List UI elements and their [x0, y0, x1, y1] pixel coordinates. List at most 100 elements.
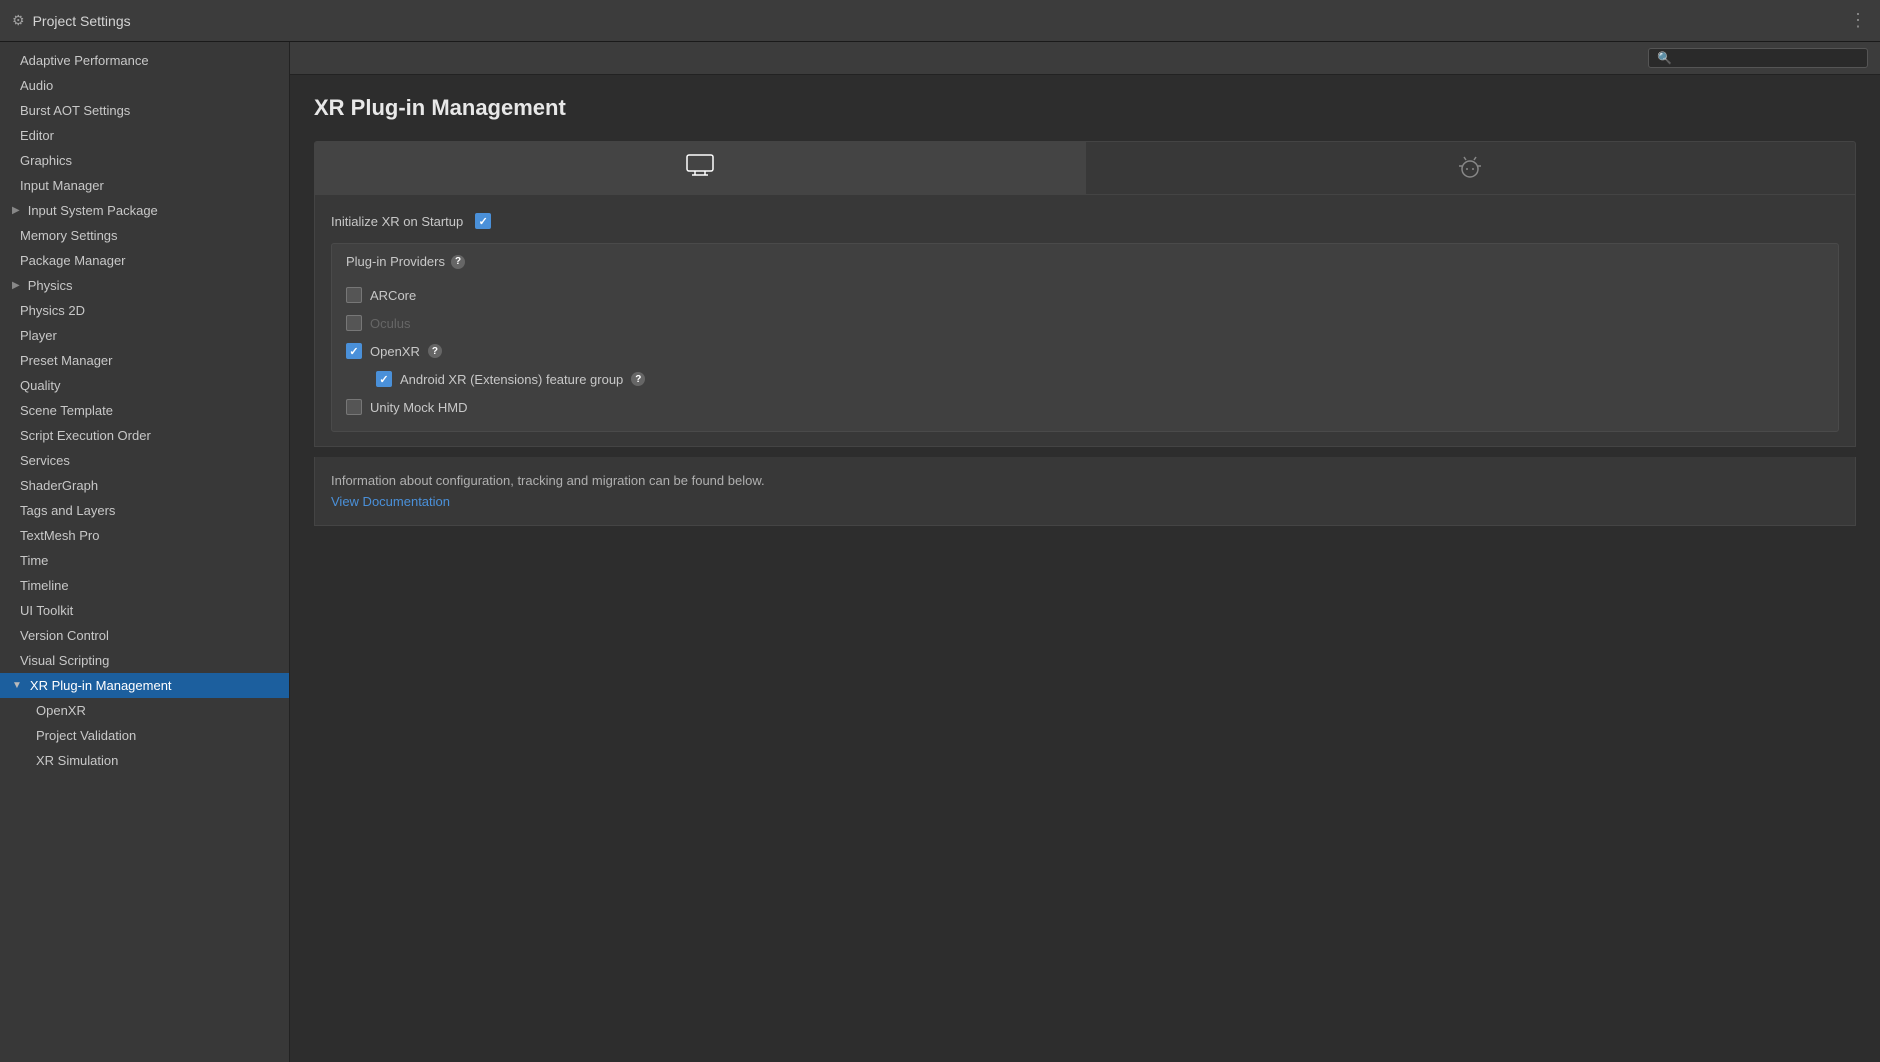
sidebar-item-preset-manager[interactable]: Preset Manager: [0, 348, 289, 373]
provider-mock-hmd-row: Unity Mock HMD: [346, 393, 1824, 421]
arcore-label: ARCore: [370, 288, 416, 303]
sidebar-item-physics-2d[interactable]: Physics 2D: [0, 298, 289, 323]
tab-android[interactable]: [1086, 142, 1856, 194]
sidebar-item-player[interactable]: Player: [0, 323, 289, 348]
sidebar-item-label: Editor: [20, 128, 54, 143]
providers-help-icon[interactable]: ?: [451, 255, 465, 269]
sidebar-item-label: XR Plug-in Management: [30, 678, 172, 693]
sidebar-item-label: Scene Template: [20, 403, 113, 418]
sidebar-item-adaptive-performance[interactable]: Adaptive Performance: [0, 48, 289, 73]
openxr-checkbox[interactable]: OpenXR: [346, 343, 420, 359]
sidebar-item-label: Version Control: [20, 628, 109, 643]
android-xr-label: Android XR (Extensions) feature group: [400, 372, 623, 387]
sidebar-item-label: Physics 2D: [20, 303, 85, 318]
mock-hmd-checkbox[interactable]: Unity Mock HMD: [346, 399, 468, 415]
window-menu-button[interactable]: ⋮: [1849, 10, 1868, 31]
openxr-help-icon[interactable]: ?: [428, 344, 442, 358]
sidebar-item-time[interactable]: Time: [0, 548, 289, 573]
oculus-checkbox-box[interactable]: [346, 315, 362, 331]
provider-oculus-row: Oculus: [346, 309, 1824, 337]
sidebar-item-quality[interactable]: Quality: [0, 373, 289, 398]
info-section: Information about configuration, trackin…: [314, 457, 1856, 526]
sidebar-item-label: Script Execution Order: [20, 428, 151, 443]
sidebar-item-project-validation[interactable]: Project Validation: [0, 723, 289, 748]
search-input[interactable]: [1678, 51, 1859, 65]
sidebar-item-script-execution[interactable]: Script Execution Order: [0, 423, 289, 448]
mock-hmd-label: Unity Mock HMD: [370, 400, 468, 415]
arrow-icon: ▼: [12, 680, 22, 691]
android-xr-checkbox[interactable]: Android XR (Extensions) feature group: [376, 371, 623, 387]
sidebar-item-timeline[interactable]: Timeline: [0, 573, 289, 598]
plugin-providers-section: Plug-in Providers ? ARCore: [331, 243, 1839, 432]
sidebar-item-label: Timeline: [20, 578, 69, 593]
sidebar-item-label: Visual Scripting: [20, 653, 109, 668]
sidebar-item-label: Preset Manager: [20, 353, 113, 368]
sidebar-item-textmesh-pro[interactable]: TextMesh Pro: [0, 523, 289, 548]
sidebar-item-scene-template[interactable]: Scene Template: [0, 398, 289, 423]
sidebar-item-xr-simulation[interactable]: XR Simulation: [0, 748, 289, 773]
search-icon: 🔍: [1657, 51, 1672, 65]
provider-android-xr-row: Android XR (Extensions) feature group ?: [346, 365, 1824, 393]
provider-arcore-row: ARCore: [346, 281, 1824, 309]
search-input-wrap[interactable]: 🔍: [1648, 48, 1868, 68]
sidebar-item-label: Package Manager: [20, 253, 126, 268]
sidebar-item-label: TextMesh Pro: [20, 528, 99, 543]
sidebar-item-label: Input System Package: [28, 203, 158, 218]
sidebar-item-input-manager[interactable]: Input Manager: [0, 173, 289, 198]
window-title: Project Settings: [33, 13, 131, 29]
android-xr-help-icon[interactable]: ?: [631, 372, 645, 386]
sidebar-item-memory-settings[interactable]: Memory Settings: [0, 223, 289, 248]
sidebar-item-audio[interactable]: Audio: [0, 73, 289, 98]
sidebar-item-label: Project Validation: [36, 728, 136, 743]
sidebar-item-label: Input Manager: [20, 178, 104, 193]
sidebar-item-label: Physics: [28, 278, 73, 293]
arcore-checkbox-box[interactable]: [346, 287, 362, 303]
sidebar-item-label: Graphics: [20, 153, 72, 168]
providers-title: Plug-in Providers ?: [346, 254, 1824, 269]
sidebar-item-label: Player: [20, 328, 57, 343]
page-title: XR Plug-in Management: [314, 95, 1856, 121]
sidebar-item-label: OpenXR: [36, 703, 86, 718]
view-documentation-link[interactable]: View Documentation: [331, 494, 450, 509]
openxr-checkbox-box[interactable]: [346, 343, 362, 359]
sidebar-item-xr-plugin[interactable]: ▼ XR Plug-in Management: [0, 673, 289, 698]
sidebar-item-physics[interactable]: ▶ Physics: [0, 273, 289, 298]
initialize-xr-row: Initialize XR on Startup: [331, 209, 1839, 233]
sidebar-item-label: UI Toolkit: [20, 603, 73, 618]
sidebar-item-label: Tags and Layers: [20, 503, 115, 518]
sidebar-item-tags-layers[interactable]: Tags and Layers: [0, 498, 289, 523]
sidebar-item-burst-aot[interactable]: Burst AOT Settings: [0, 98, 289, 123]
sidebar-item-openxr[interactable]: OpenXR: [0, 698, 289, 723]
sidebar-item-graphics[interactable]: Graphics: [0, 148, 289, 173]
initialize-xr-checkbox-box[interactable]: [475, 213, 491, 229]
provider-openxr-row: OpenXR ?: [346, 337, 1824, 365]
search-bar: 🔍: [290, 42, 1880, 75]
sidebar-item-version-control[interactable]: Version Control: [0, 623, 289, 648]
info-text: Information about configuration, trackin…: [331, 473, 1839, 488]
initialize-xr-label: Initialize XR on Startup: [331, 214, 463, 229]
main-layout: Adaptive Performance Audio Burst AOT Setti…: [0, 42, 1880, 1062]
sidebar-item-package-manager[interactable]: Package Manager: [0, 248, 289, 273]
arcore-checkbox[interactable]: ARCore: [346, 287, 416, 303]
mock-hmd-checkbox-box[interactable]: [346, 399, 362, 415]
sidebar-item-label: Burst AOT Settings: [20, 103, 130, 118]
sidebar-item-editor[interactable]: Editor: [0, 123, 289, 148]
sidebar-item-input-system[interactable]: ▶ Input System Package: [0, 198, 289, 223]
sidebar-item-label: Services: [20, 453, 70, 468]
sidebar-item-label: Time: [20, 553, 48, 568]
sidebar-item-ui-toolkit[interactable]: UI Toolkit: [0, 598, 289, 623]
tab-pc[interactable]: [315, 142, 1086, 194]
arrow-icon: ▶: [12, 280, 20, 291]
android-xr-checkbox-box[interactable]: [376, 371, 392, 387]
sidebar-item-label: Audio: [20, 78, 53, 93]
sidebar-item-label: Memory Settings: [20, 228, 118, 243]
sidebar-item-label: Quality: [20, 378, 60, 393]
oculus-checkbox[interactable]: Oculus: [346, 315, 410, 331]
initialize-xr-checkbox[interactable]: [475, 213, 491, 229]
tab-strip: [314, 141, 1856, 195]
sidebar-item-visual-scripting[interactable]: Visual Scripting: [0, 648, 289, 673]
sidebar-item-shadergraph[interactable]: ShaderGraph: [0, 473, 289, 498]
sidebar-item-services[interactable]: Services: [0, 448, 289, 473]
openxr-label: OpenXR: [370, 344, 420, 359]
arrow-icon: ▶: [12, 205, 20, 216]
